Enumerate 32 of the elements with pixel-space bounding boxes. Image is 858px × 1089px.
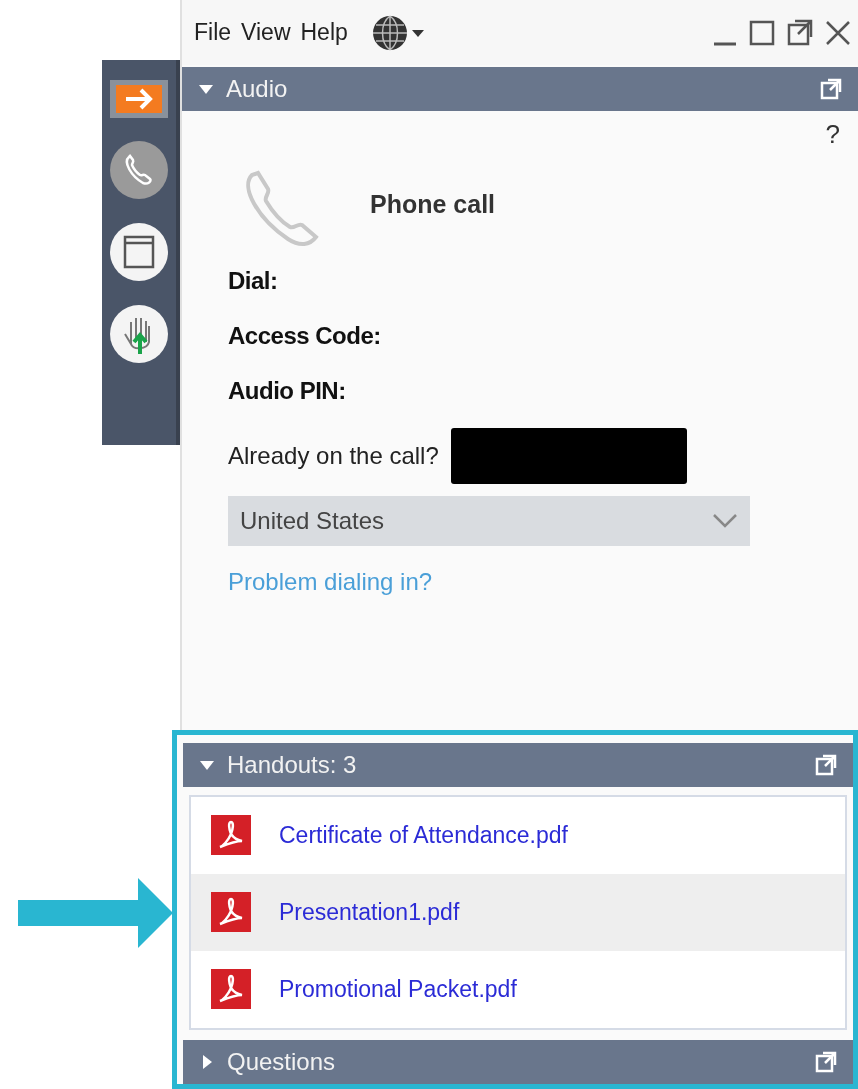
- help-icon[interactable]: ?: [825, 121, 840, 147]
- menu-item[interactable]: File: [194, 15, 232, 50]
- panel-header[interactable]: Handouts: 3: [183, 743, 853, 787]
- panel-title: Questions: [227, 1047, 337, 1077]
- pdf-icon: [211, 969, 251, 1010]
- pdf-icon: [211, 892, 251, 933]
- chevron-down-icon: [712, 513, 738, 529]
- phone-button-icon[interactable]: [109, 140, 169, 200]
- handout-name: Presentation1.pdf: [279, 898, 460, 928]
- pop-out-icon[interactable]: [815, 1051, 837, 1073]
- pdf-icon: [211, 815, 251, 856]
- arrow-button-icon[interactable]: [110, 80, 168, 118]
- pop-out-icon[interactable]: [815, 753, 837, 776]
- field-label: Audio PIN:: [228, 376, 347, 406]
- menu-item[interactable]: View: [241, 15, 291, 50]
- pop-out-icon[interactable]: [786, 17, 814, 48]
- menu-item[interactable]: Help: [300, 15, 348, 50]
- pop-out-icon[interactable]: [820, 78, 842, 100]
- window-button-icon[interactable]: [109, 222, 169, 282]
- phone-call-label: Phone call: [370, 189, 496, 221]
- raise-hand-button-icon[interactable]: [109, 304, 169, 364]
- panel-header[interactable]: Questions: [183, 1040, 853, 1084]
- handout-item[interactable]: Presentation1.pdf: [191, 873, 845, 951]
- field-label: Access Code:: [228, 321, 382, 351]
- handout-name: Promotional Packet.pdf: [279, 975, 517, 1005]
- already-on-call-label: Already on the call?: [228, 441, 439, 471]
- field-label: Dial:: [228, 266, 279, 296]
- country-select[interactable]: United States: [228, 496, 750, 546]
- panel-header[interactable]: Audio: [182, 67, 858, 111]
- panel-title: Audio: [226, 74, 289, 104]
- panel-title: Handouts: 3: [227, 749, 358, 780]
- handout-name: Certificate of Attendance.pdf: [279, 821, 568, 851]
